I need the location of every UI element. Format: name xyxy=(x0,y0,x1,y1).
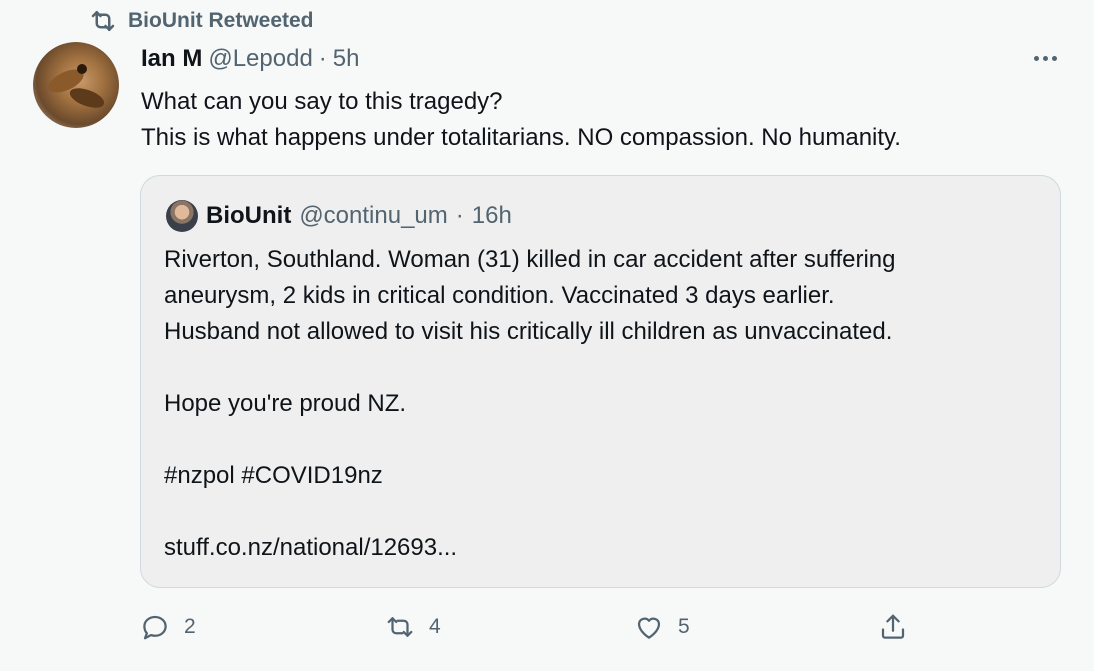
quoted-tweet-card[interactable]: BioUnit @continu_um · 16h Riverton, Sout… xyxy=(140,175,1061,588)
quote-separator: · xyxy=(455,202,464,229)
more-icon-dot xyxy=(1051,55,1057,61)
more-icon-dot xyxy=(1033,55,1039,61)
retweet-icon xyxy=(91,11,115,31)
share-button[interactable] xyxy=(878,612,908,642)
quote-timestamp: 16h xyxy=(471,202,512,229)
quote-author-avatar xyxy=(166,200,198,232)
header-separator: · xyxy=(318,45,327,72)
retweet-icon xyxy=(387,617,413,637)
author-handle[interactable]: @Lepodd xyxy=(208,44,312,74)
more-icon-dot xyxy=(1042,55,1048,61)
retweet-button[interactable]: 4 xyxy=(385,612,441,642)
author-name[interactable]: Ian M xyxy=(141,44,202,74)
like-button[interactable]: 5 xyxy=(634,612,690,642)
tweet-actions: 2 4 5 xyxy=(140,612,920,652)
quote-author-name: BioUnit xyxy=(206,202,292,229)
heart-icon xyxy=(637,617,661,639)
share-icon xyxy=(881,614,905,639)
like-count: 5 xyxy=(678,615,690,638)
author-avatar[interactable] xyxy=(33,42,119,128)
quote-author-handle: @continu_um xyxy=(299,202,448,229)
tweet-text: What can you say to this tragedy? This i… xyxy=(141,88,901,151)
quote-header: BioUnit @continu_um · 16h xyxy=(166,200,512,232)
retweeted-by-label[interactable]: BioUnit Retweeted xyxy=(128,9,314,33)
tweet-timestamp[interactable]: 5h xyxy=(333,44,360,74)
reply-icon xyxy=(143,615,167,640)
quote-text: Riverton, Southland. Woman (31) killed i… xyxy=(164,246,896,561)
retweet-count: 4 xyxy=(429,615,441,638)
more-options-button[interactable] xyxy=(1028,44,1062,72)
retweeted-by-bar[interactable]: BioUnit Retweeted xyxy=(88,6,314,36)
reply-count: 2 xyxy=(184,615,196,638)
reply-button[interactable]: 2 xyxy=(140,612,196,642)
tweet-header: Ian M @Lepodd · 5h xyxy=(141,44,360,74)
